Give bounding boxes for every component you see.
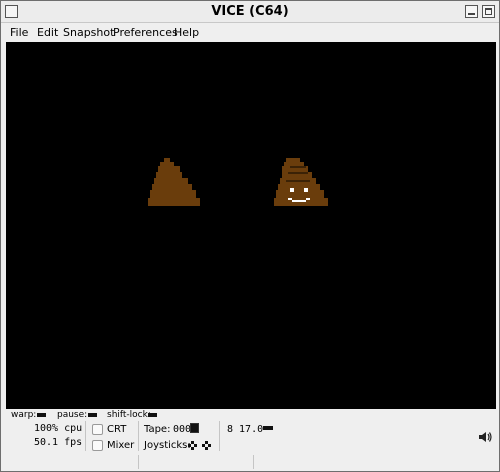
menu-edit[interactable]: Edit bbox=[37, 26, 58, 39]
pause-label: pause: bbox=[57, 410, 88, 420]
pause-indicator[interactable] bbox=[88, 413, 97, 417]
tape-status-indicator[interactable] bbox=[190, 423, 199, 433]
menu-help[interactable]: Help bbox=[174, 26, 199, 39]
menu-bar: File Edit Snapshot Preferences Help bbox=[1, 23, 499, 43]
tape-label: Tape: bbox=[144, 424, 171, 435]
joysticks-label: Joysticks: bbox=[144, 440, 191, 451]
vice-window: VICE (C64) File Edit Snapshot Preference… bbox=[0, 0, 500, 472]
mixer-checkbox[interactable] bbox=[92, 440, 103, 451]
status-bar: warp: pause: shift-lock: 100% cpu 50.1 f… bbox=[1, 409, 499, 471]
window-title: VICE (C64) bbox=[211, 4, 289, 19]
menu-file[interactable]: File bbox=[10, 26, 28, 39]
separator bbox=[85, 421, 86, 451]
warp-label: warp: bbox=[11, 410, 37, 420]
crt-label: CRT bbox=[107, 424, 127, 435]
tape-counter: 000 bbox=[173, 424, 192, 435]
emulator-screen[interactable] bbox=[6, 42, 496, 409]
menu-snapshot[interactable]: Snapshot bbox=[63, 26, 114, 39]
title-bar[interactable]: VICE (C64) bbox=[1, 1, 499, 23]
separator bbox=[219, 421, 220, 451]
speaker-icon[interactable] bbox=[478, 431, 492, 443]
maximize-button[interactable] bbox=[482, 5, 495, 18]
mixer-label: Mixer bbox=[107, 440, 135, 451]
warp-indicator[interactable] bbox=[37, 413, 46, 417]
minimize-button[interactable] bbox=[465, 5, 478, 18]
cpu-usage: 100% cpu bbox=[34, 423, 83, 434]
shift-lock-label: shift-lock: bbox=[107, 410, 151, 420]
shift-lock-indicator bbox=[148, 413, 157, 417]
crt-checkbox[interactable] bbox=[92, 424, 103, 435]
joystick-2-icon[interactable] bbox=[202, 441, 211, 450]
separator bbox=[138, 421, 139, 451]
drive-led bbox=[263, 426, 273, 430]
menu-preferences[interactable]: Preferences bbox=[113, 26, 178, 39]
drive-status: 8 17.0 bbox=[227, 424, 264, 435]
fps-readout: 50.1 fps bbox=[34, 437, 83, 448]
separator bbox=[253, 455, 254, 469]
joystick-1-icon[interactable] bbox=[188, 441, 197, 450]
separator bbox=[138, 455, 139, 469]
poop-sprite-smiling bbox=[274, 158, 328, 206]
poop-sprite-plain bbox=[148, 158, 200, 206]
